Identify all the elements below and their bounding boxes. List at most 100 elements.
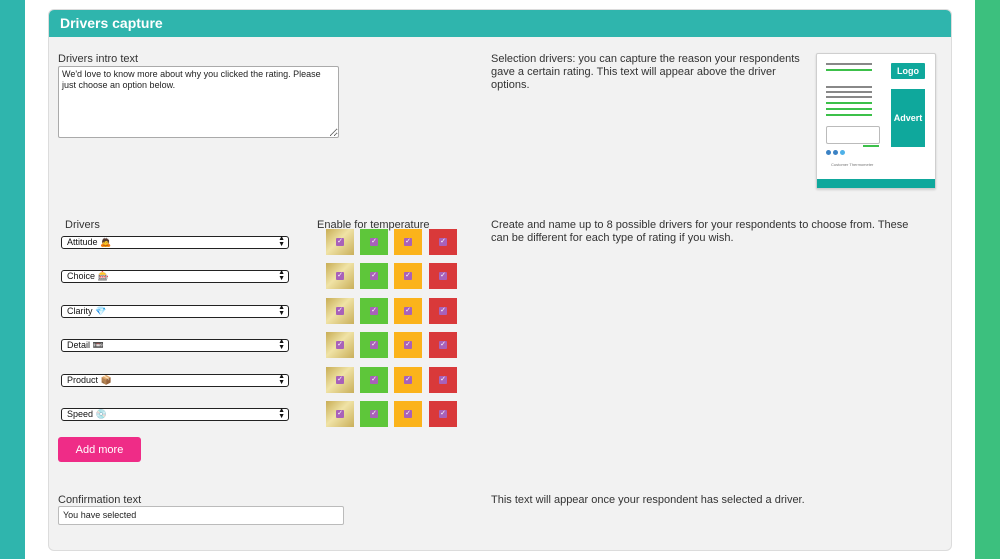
preview-social-icon [833,150,838,155]
intro-textarea[interactable] [58,66,339,138]
temperature-cell: ✓ [429,263,457,289]
temperature-checkbox[interactable]: ✓ [439,272,447,280]
temperature-checkbox[interactable]: ✓ [370,341,378,349]
intro-label: Drivers intro text [58,53,139,65]
temperature-cell: ✓ [360,401,388,427]
temperature-checkbox[interactable]: ✓ [404,376,412,384]
temperature-checkbox[interactable]: ✓ [370,238,378,246]
driver-emoji: 🙇 [100,237,112,247]
driver-select-label: Speed [67,409,94,419]
temperature-checkbox[interactable]: ✓ [336,238,344,246]
preview-footer [817,179,935,188]
temperature-cell: ✓ [429,298,457,324]
temperature-checkbox[interactable]: ✓ [404,410,412,418]
temperature-checkbox[interactable]: ✓ [439,238,447,246]
temperature-checkbox[interactable]: ✓ [404,272,412,280]
temperature-checkbox[interactable]: ✓ [404,238,412,246]
driver-row: Speed 💿 ▲ ▼ [61,407,289,421]
select-arrows-icon: ▲ ▼ [278,338,285,351]
driver-select[interactable]: Detail 📼 ▲ ▼ [61,338,289,352]
preview-thumbnail: Logo Advert Customer Thermometer [816,53,936,189]
driver-row: Product 📦 ▲ ▼ [61,373,289,387]
confirmation-help-text: This text will appear once your responde… [491,494,805,506]
temperature-checkbox[interactable]: ✓ [370,410,378,418]
temperature-cell: ✓ [326,229,354,255]
preview-line [863,145,879,147]
temperature-checkbox[interactable]: ✓ [336,307,344,315]
preview-brand: Customer Thermometer [831,162,874,167]
temperature-cell: ✓ [360,367,388,393]
driver-select-label: Clarity [67,306,93,316]
preview-social-icon [840,150,845,155]
temperature-cell: ✓ [429,401,457,427]
preview-input-box [826,126,880,144]
temperature-cell: ✓ [360,263,388,289]
driver-emoji: 📦 [100,375,112,385]
temperature-checkbox[interactable]: ✓ [336,410,344,418]
driver-emoji: 🎰 [97,271,109,281]
add-more-button[interactable]: Add more [58,437,141,462]
temperature-cell: ✓ [394,401,422,427]
preview-line [826,69,872,71]
driver-select[interactable]: Product 📦 ▲ ▼ [61,373,289,387]
temperature-checkbox[interactable]: ✓ [439,307,447,315]
temperature-cell: ✓ [360,298,388,324]
driver-select[interactable]: Clarity 💎 ▲ ▼ [61,304,289,318]
temperature-cell: ✓ [394,367,422,393]
preview-logo: Logo [891,63,925,79]
driver-select-label: Attitude [67,237,98,247]
right-edge [975,0,1000,559]
temperature-cell: ✓ [394,229,422,255]
drivers-help-text: Create and name up to 8 possible drivers… [491,219,909,244]
driver-emoji: 💎 [95,306,107,316]
panel-title: Drivers capture [49,10,951,37]
drivers-label: Drivers [65,219,100,231]
driver-row: Choice 🎰 ▲ ▼ [61,269,289,283]
select-arrows-icon: ▲ ▼ [278,304,285,317]
confirmation-input[interactable]: You have selected [58,506,344,525]
driver-row: Clarity 💎 ▲ ▼ [61,304,289,318]
preview-line [826,91,872,93]
driver-emoji: 💿 [95,409,107,419]
temperature-checkbox[interactable]: ✓ [404,307,412,315]
temperature-checkbox[interactable]: ✓ [439,410,447,418]
temperature-cell: ✓ [326,401,354,427]
preview-line [826,63,872,65]
temperature-checkbox[interactable]: ✓ [370,272,378,280]
preview-line [826,86,872,88]
temperature-checkbox[interactable]: ✓ [336,376,344,384]
temperature-checkbox[interactable]: ✓ [336,272,344,280]
temperature-checkbox[interactable]: ✓ [370,307,378,315]
temperature-cell: ✓ [429,332,457,358]
driver-select[interactable]: Choice 🎰 ▲ ▼ [61,269,289,283]
temperature-checkbox[interactable]: ✓ [370,376,378,384]
preview-line [826,96,872,98]
intro-help-text: Selection drivers: you can capture the r… [491,53,800,91]
select-arrows-icon: ▲ ▼ [278,235,285,248]
driver-row: Attitude 🙇 ▲ ▼ [61,235,289,249]
driver-select-label: Choice [67,271,96,281]
left-edge [0,0,25,559]
temperature-checkbox[interactable]: ✓ [404,341,412,349]
drivers-capture-panel: Drivers capture Drivers intro text Selec… [48,9,952,551]
temperature-cell: ✓ [429,229,457,255]
select-arrows-icon: ▲ ▼ [278,269,285,282]
preview-advert: Advert [891,89,925,147]
temperature-cell: ✓ [326,263,354,289]
driver-row: Detail 📼 ▲ ▼ [61,338,289,352]
temperature-checkbox[interactable]: ✓ [439,341,447,349]
temperature-checkbox[interactable]: ✓ [336,341,344,349]
temperature-checkbox[interactable]: ✓ [439,376,447,384]
driver-emoji: 📼 [92,340,104,350]
preview-social-icon [826,150,831,155]
driver-select-label: Detail [67,340,91,350]
driver-select[interactable]: Speed 💿 ▲ ▼ [61,407,289,421]
temperature-cell: ✓ [360,229,388,255]
temperature-cell: ✓ [326,332,354,358]
temperature-cell: ✓ [360,332,388,358]
driver-select[interactable]: Attitude 🙇 ▲ ▼ [61,235,289,249]
preview-line [826,114,872,116]
temperature-cell: ✓ [429,367,457,393]
temperature-cell: ✓ [326,367,354,393]
select-arrows-icon: ▲ ▼ [278,407,285,420]
